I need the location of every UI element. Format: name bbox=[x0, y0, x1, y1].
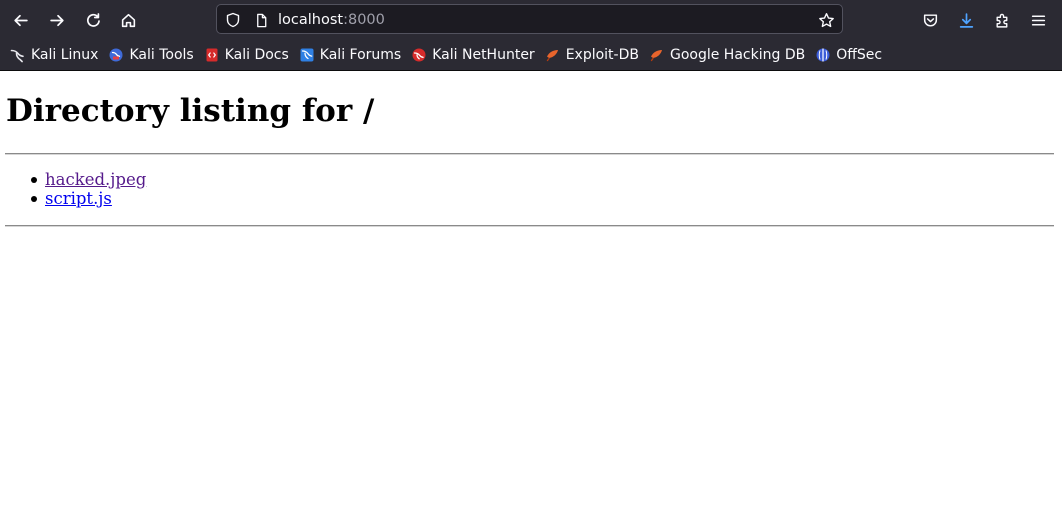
kali-tools-icon bbox=[108, 47, 124, 63]
bookmark-label: Kali Docs bbox=[224, 46, 289, 63]
page-content: Directory listing for / hacked.jpeg scri… bbox=[0, 71, 1062, 508]
arrow-left-icon bbox=[13, 14, 28, 26]
bookmark-label: Kali NetHunter bbox=[432, 46, 535, 63]
extensions-button[interactable] bbox=[987, 5, 1017, 35]
file-link-hacked-jpeg[interactable]: hacked.jpeg bbox=[45, 170, 146, 189]
url-host: localhost bbox=[278, 12, 344, 28]
bookmark-star-icon[interactable] bbox=[816, 10, 836, 30]
hamburger-menu-icon bbox=[1031, 14, 1045, 26]
list-item: hacked.jpeg bbox=[30, 170, 146, 189]
pocket-button[interactable] bbox=[915, 5, 945, 35]
bullet-icon bbox=[31, 177, 37, 183]
bookmark-label: Kali Tools bbox=[129, 46, 194, 63]
app-menu-button[interactable] bbox=[1023, 5, 1053, 35]
back-button[interactable] bbox=[5, 5, 35, 35]
page-title: Directory listing for / bbox=[6, 93, 375, 129]
divider-bottom bbox=[5, 225, 1054, 227]
bookmark-label: Exploit-DB bbox=[565, 46, 639, 63]
kali-docs-icon bbox=[204, 47, 220, 63]
bookmark-kali-nethunter[interactable]: Kali NetHunter bbox=[409, 43, 540, 67]
bookmark-kali-tools[interactable]: Kali Tools bbox=[106, 43, 199, 67]
url-text[interactable]: localhost:8000 bbox=[278, 11, 385, 29]
bookmark-kali-forums[interactable]: Kali Forums bbox=[297, 43, 407, 67]
bookmark-label: Kali Forums bbox=[319, 46, 402, 63]
reload-button[interactable] bbox=[78, 5, 108, 35]
puzzle-piece-icon bbox=[995, 13, 1007, 28]
arrow-right-icon bbox=[49, 14, 64, 26]
home-icon bbox=[121, 13, 135, 27]
kali-forums-icon bbox=[299, 47, 315, 63]
bookmark-kali-linux[interactable]: Kali Linux bbox=[8, 43, 104, 67]
kali-dragon-icon bbox=[10, 47, 26, 63]
list-item: script.js bbox=[30, 189, 146, 208]
download-arrow-icon bbox=[959, 12, 973, 28]
bookmarks-toolbar: Kali Linux Kali Tools Kali Docs Kali For… bbox=[0, 39, 1062, 71]
home-button[interactable] bbox=[113, 5, 143, 35]
url-port: :8000 bbox=[343, 12, 385, 28]
bookmark-kali-docs[interactable]: Kali Docs bbox=[202, 43, 295, 67]
downloads-button[interactable] bbox=[951, 5, 981, 35]
file-list: hacked.jpeg script.js bbox=[30, 170, 146, 208]
ghdb-icon bbox=[649, 47, 665, 63]
bullet-icon bbox=[31, 196, 37, 202]
divider-top bbox=[5, 153, 1054, 155]
page-info-icon[interactable] bbox=[251, 10, 271, 30]
browser-toolbar: localhost:8000 bbox=[0, 0, 1062, 39]
bookmark-label: OffSec bbox=[836, 46, 883, 63]
bookmark-google-hacking-db[interactable]: Google Hacking DB bbox=[647, 43, 811, 67]
file-link-script-js[interactable]: script.js bbox=[45, 189, 112, 208]
exploit-db-icon bbox=[545, 47, 561, 63]
bookmark-label: Google Hacking DB bbox=[669, 46, 806, 63]
bookmark-label: Kali Linux bbox=[31, 46, 99, 63]
reload-icon bbox=[86, 12, 100, 27]
bookmark-offsec[interactable]: OffSec bbox=[813, 43, 888, 67]
pocket-icon bbox=[923, 13, 937, 27]
address-bar[interactable]: localhost:8000 bbox=[216, 4, 843, 34]
kali-nethunter-icon bbox=[411, 47, 427, 63]
tracking-protection-shield-icon[interactable] bbox=[223, 10, 243, 30]
bookmark-exploit-db[interactable]: Exploit-DB bbox=[543, 43, 645, 67]
forward-button[interactable] bbox=[42, 5, 72, 35]
offsec-icon bbox=[815, 47, 831, 63]
